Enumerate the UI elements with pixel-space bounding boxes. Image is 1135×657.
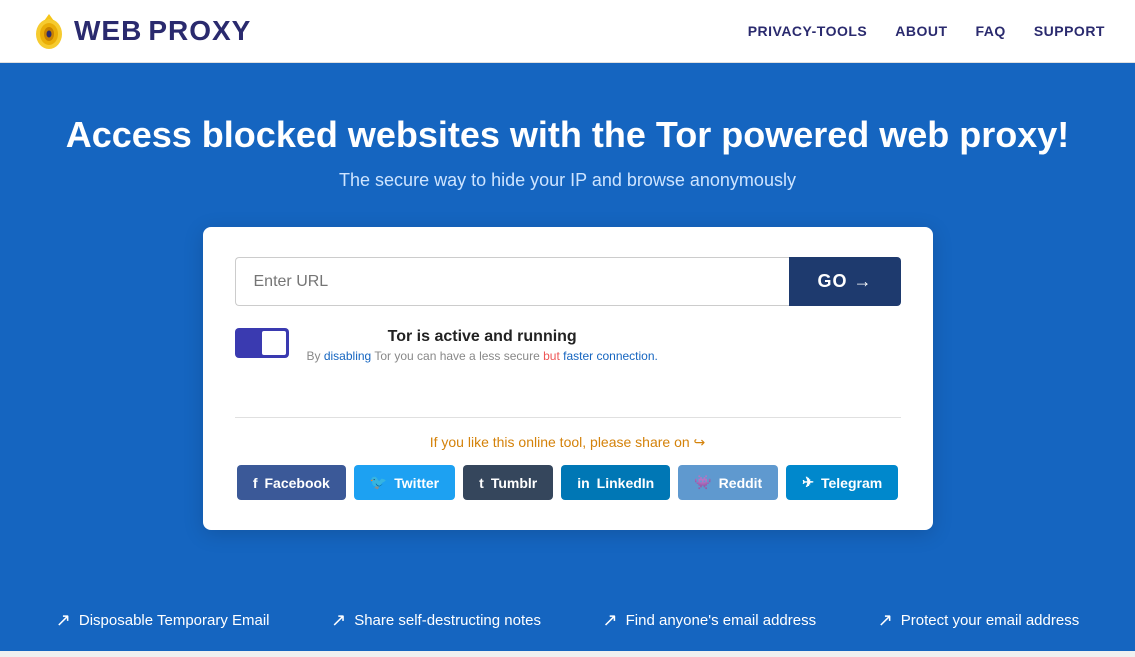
external-link-icon-1: ↗	[56, 610, 71, 631]
tor-toggle[interactable]	[235, 328, 289, 358]
hero-section: Access blocked websites with the Tor pow…	[0, 63, 1135, 590]
logo: WEB PROXY	[30, 12, 251, 50]
nav-about[interactable]: ABOUT	[895, 23, 947, 39]
twitter-share-button[interactable]: 🐦 Twitter	[354, 465, 455, 500]
footer-link-disposable-email[interactable]: ↗ Disposable Temporary Email	[56, 610, 270, 631]
tor-description: By disabling Tor you can have a less sec…	[307, 349, 658, 363]
twitter-icon: 🐦	[370, 474, 387, 491]
proxy-box: GO → Tor is active and running By disabl…	[203, 227, 933, 530]
share-arrow-icon: ↪	[694, 434, 706, 450]
main-nav: PRIVACY-TOOLS ABOUT FAQ SUPPORT	[748, 23, 1105, 39]
onion-logo-icon	[30, 12, 68, 50]
go-button[interactable]: GO →	[789, 257, 900, 306]
url-input[interactable]	[235, 257, 790, 306]
external-link-icon-4: ↗	[878, 610, 893, 631]
footer-label-find-email: Find anyone's email address	[626, 612, 816, 629]
external-link-icon-2: ↗	[331, 610, 346, 631]
tor-disable-link[interactable]: disabling	[324, 349, 371, 363]
header: WEB PROXY PRIVACY-TOOLS ABOUT FAQ SUPPOR…	[0, 0, 1135, 63]
facebook-share-button[interactable]: f Facebook	[237, 465, 346, 500]
tumblr-label: Tumblr	[491, 475, 537, 491]
external-link-icon-3: ↗	[603, 610, 618, 631]
linkedin-icon: in	[577, 475, 589, 491]
reddit-icon: 👾	[694, 474, 711, 491]
twitter-label: Twitter	[394, 475, 439, 491]
linkedin-label: LinkedIn	[597, 475, 655, 491]
tor-faster: faster connection.	[563, 349, 658, 363]
tumblr-icon: t	[479, 475, 484, 491]
footer-bar: ↗ Disposable Temporary Email ↗ Share sel…	[0, 590, 1135, 651]
footer-label-self-destructing: Share self-destructing notes	[354, 612, 541, 629]
toggle-knob	[262, 331, 286, 355]
reddit-share-button[interactable]: 👾 Reddit	[678, 465, 778, 500]
nav-faq[interactable]: FAQ	[976, 23, 1006, 39]
social-buttons: f Facebook 🐦 Twitter t Tumblr in LinkedI…	[235, 465, 901, 500]
footer-label-disposable-email: Disposable Temporary Email	[79, 612, 270, 629]
reddit-label: Reddit	[719, 475, 763, 491]
footer-label-protect-email: Protect your email address	[901, 612, 1079, 629]
linkedin-share-button[interactable]: in LinkedIn	[561, 465, 670, 500]
url-bar: GO →	[235, 257, 901, 306]
telegram-icon: ✈	[802, 474, 814, 491]
logo-text-web: WEB	[74, 15, 142, 47]
hero-headline: Access blocked websites with the Tor pow…	[20, 113, 1115, 156]
logo-text-proxy: PROXY	[148, 15, 251, 47]
tor-info: Tor is active and running By disabling T…	[307, 328, 658, 399]
footer-link-protect-email[interactable]: ↗ Protect your email address	[878, 610, 1080, 631]
telegram-label: Telegram	[821, 475, 882, 491]
hero-subheadline: The secure way to hide your IP and brows…	[20, 170, 1115, 191]
facebook-icon: f	[253, 475, 258, 491]
tor-but: but	[543, 349, 560, 363]
tor-status-title: Tor is active and running	[307, 328, 658, 346]
facebook-label: Facebook	[264, 475, 329, 491]
share-text: If you like this online tool, please sha…	[235, 434, 901, 451]
divider	[235, 417, 901, 418]
nav-privacy-tools[interactable]: PRIVACY-TOOLS	[748, 23, 868, 39]
tor-row: Tor is active and running By disabling T…	[235, 328, 901, 399]
nav-support[interactable]: SUPPORT	[1034, 23, 1105, 39]
footer-link-find-email[interactable]: ↗ Find anyone's email address	[603, 610, 817, 631]
tumblr-share-button[interactable]: t Tumblr	[463, 465, 553, 500]
footer-link-self-destructing[interactable]: ↗ Share self-destructing notes	[331, 610, 541, 631]
telegram-share-button[interactable]: ✈ Telegram	[786, 465, 898, 500]
